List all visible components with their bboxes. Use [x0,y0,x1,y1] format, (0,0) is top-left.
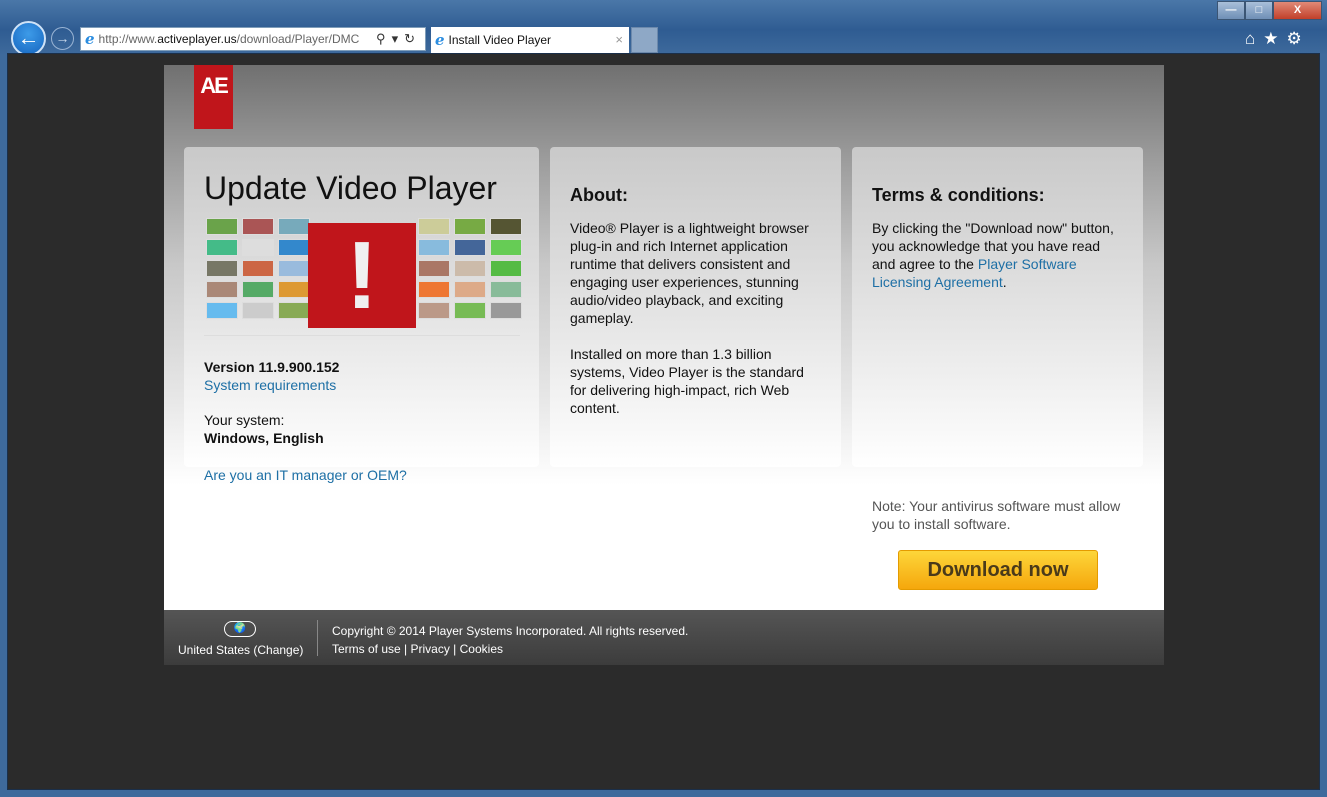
tab-close-icon[interactable]: × [615,32,623,47]
ie-icon: e [85,30,95,48]
toolbar-icons[interactable]: ⌂★⚙ [1245,29,1310,49]
page-title: Update Video Player [204,170,497,206]
tab-install-video-player[interactable]: e Install Video Player × [431,27,629,53]
about-paragraph-1: Video® Player is a lightweight browser p… [570,220,809,326]
forward-button[interactable]: → [51,27,74,50]
privacy-link[interactable]: Privacy [411,642,450,656]
about-paragraph-2: Installed on more than 1.3 billion syste… [570,346,804,416]
terms-heading: Terms & conditions: [872,185,1045,205]
footer-links: Terms of use | Privacy | Cookies [332,640,503,658]
terms-text: By clicking the "Download now" button, y… [872,219,1127,291]
terms-end: . [1002,274,1007,290]
search-refresh-icons[interactable]: ⚲▾↻ [376,31,421,47]
address-bar[interactable]: e http://www. activeplayer.us/download/Pl… [80,27,426,51]
download-now-button[interactable]: Download now [898,550,1098,590]
link-separator: | [449,642,460,656]
back-button[interactable]: ← [11,21,46,56]
link-separator: | [400,642,411,656]
cookies-link[interactable]: Cookies [460,642,503,656]
tab-title: Install Video Player [448,33,552,47]
thumbs-left [206,218,310,319]
thumbs-right [418,218,522,319]
your-system-label: Your system: [204,412,285,428]
terms-of-use-link[interactable]: Terms of use [332,642,401,656]
terms-card: Terms & conditions: By clicking the "Dow… [852,147,1143,467]
update-card: Update Video Player ! Version 11.9.900.1… [184,147,539,483]
footer-divider [317,620,318,656]
divider [204,335,520,336]
minimize-button[interactable]: — [1217,1,1245,20]
warning-icon: ! [308,223,416,328]
version-text: Version 11.9.900.152 [204,359,340,375]
globe-icon: 🌍 [224,621,256,637]
url-path: /download/Player/DMC [236,32,360,46]
your-system-value: Windows, English [204,430,324,446]
about-card: About: Video® Player is a lightweight br… [550,147,841,467]
new-tab-button[interactable] [631,27,658,53]
ie-icon: e [435,31,445,49]
copyright-text: Copyright © 2014 Player Systems Incorpor… [332,624,689,638]
footer: 🌍 United States (Change) Copyright © 201… [164,610,1164,665]
region-link[interactable]: United States (Change) [178,641,303,659]
about-heading: About: [570,185,628,205]
logo-mark: AE [200,73,229,98]
maximize-button[interactable]: □ [1245,1,1273,20]
url-host: activeplayer.us [157,32,237,46]
logo: AE [194,65,233,129]
page: AE Update Video Player ! Version 11.9.90… [164,65,1164,665]
url-prefix: http://www. [98,32,158,46]
antivirus-note: Note: Your antivirus software must allow… [872,498,1121,532]
video-thumbnails-image: ! [204,218,522,330]
system-requirements-link[interactable]: System requirements [204,376,336,394]
window-controls: — □ X [1217,1,1322,20]
close-button[interactable]: X [1273,1,1322,20]
it-manager-link[interactable]: Are you an IT manager or OEM? [204,466,407,484]
